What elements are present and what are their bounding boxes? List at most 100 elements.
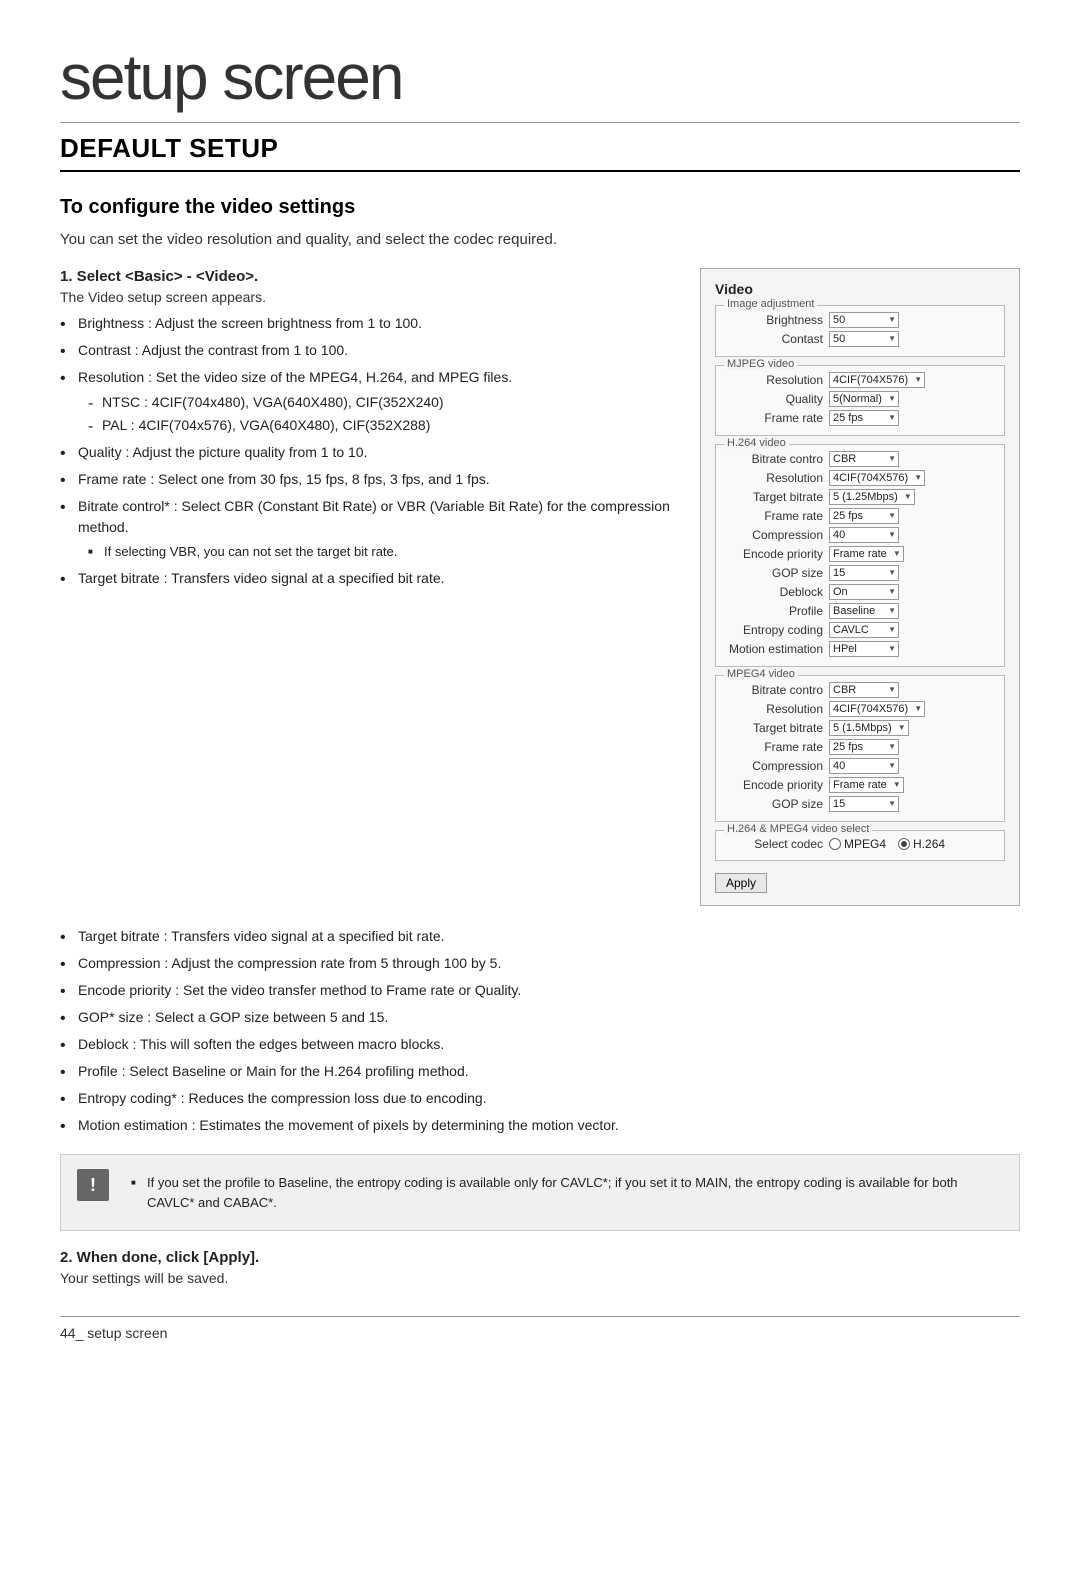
- list-item: NTSC : 4CIF(704x480), VGA(640X480), CIF(…: [88, 392, 670, 413]
- codec-select-row: Select codec MPEG4 H.264: [724, 837, 996, 851]
- contrast-select[interactable]: 50: [829, 331, 899, 347]
- notice-icon: !: [77, 1169, 109, 1201]
- list-item: Resolution : Set the video size of the M…: [60, 367, 670, 436]
- mpeg4-gop-label: GOP size: [724, 797, 829, 811]
- h264-motion-label: Motion estimation: [724, 642, 829, 656]
- h264-motion-select[interactable]: HPel: [829, 641, 899, 657]
- notice-item: If you set the profile to Baseline, the …: [131, 1173, 1003, 1212]
- h264-deblock-label: Deblock: [724, 585, 829, 599]
- list-item: Quality : Adjust the picture quality fro…: [60, 442, 670, 463]
- bullet-list: Brightness : Adjust the screen brightnes…: [60, 313, 670, 589]
- image-adjustment-label: Image adjustment: [724, 298, 817, 310]
- h264-targetbitrate-label: Target bitrate: [724, 490, 829, 504]
- apply-button[interactable]: Apply: [715, 873, 767, 893]
- h264-entropy-row: Entropy coding CAVLC: [724, 622, 996, 638]
- contrast-row: Contast 50: [724, 331, 996, 347]
- intro-text: You can set the video resolution and qua…: [60, 231, 1020, 248]
- list-item: Motion estimation : Estimates the moveme…: [60, 1115, 1020, 1136]
- h264-gop-select[interactable]: 15: [829, 565, 899, 581]
- h264-targetbitrate-row: Target bitrate 5 (1.25Mbps): [724, 489, 996, 505]
- mpeg4-targetbitrate-row: Target bitrate 5 (1.5Mbps): [724, 720, 996, 736]
- list-item: Compression : Adjust the compression rat…: [60, 953, 1020, 974]
- mpeg4-resolution-label: Resolution: [724, 702, 829, 716]
- h264-deblock-select[interactable]: On: [829, 584, 899, 600]
- mpeg4-encodepriority-select[interactable]: Frame rate: [829, 777, 904, 793]
- mpeg4-framerate-row: Frame rate 25 fps: [724, 739, 996, 755]
- mjpeg-quality-label: Quality: [724, 392, 829, 406]
- mpeg4-framerate-select[interactable]: 25 fps: [829, 739, 899, 755]
- mpeg4-targetbitrate-select[interactable]: 5 (1.5Mbps): [829, 720, 909, 736]
- subsection-title: To configure the video settings: [60, 196, 1020, 219]
- h264-targetbitrate-select[interactable]: 5 (1.25Mbps): [829, 489, 915, 505]
- mpeg4-compression-row: Compression 40: [724, 758, 996, 774]
- h264-framerate-row: Frame rate 25 fps: [724, 508, 996, 524]
- list-item: Brightness : Adjust the screen brightnes…: [60, 313, 670, 334]
- mpeg4-radio-circle[interactable]: [829, 838, 841, 850]
- list-item: Contrast : Adjust the contrast from 1 to…: [60, 340, 670, 361]
- mjpeg-quality-select[interactable]: 5(Normal): [829, 391, 899, 407]
- mpeg4-bitrate-select[interactable]: CBR: [829, 682, 899, 698]
- h264-framerate-select[interactable]: 25 fps: [829, 508, 899, 524]
- mpeg4-encodepriority-label: Encode priority: [724, 778, 829, 792]
- h264-gop-row: GOP size 15: [724, 565, 996, 581]
- contrast-label: Contast: [724, 332, 829, 346]
- list-item: Entropy coding* : Reduces the compressio…: [60, 1088, 1020, 1109]
- mpeg4-compression-select[interactable]: 40: [829, 758, 899, 774]
- h264-bitrate-select[interactable]: CBR: [829, 451, 899, 467]
- codec-select-field-label: Select codec: [724, 837, 829, 851]
- mpeg4-section: MPEG4 video Bitrate contro CBR Resolutio…: [715, 675, 1005, 822]
- codec-h264-radio[interactable]: H.264: [898, 837, 945, 851]
- codec-select-section: H.264 & MPEG4 video select Select codec …: [715, 830, 1005, 861]
- codec-mpeg4-radio[interactable]: MPEG4: [829, 837, 886, 851]
- h264-profile-row: Profile Baseline: [724, 603, 996, 619]
- mjpeg-framerate-row: Frame rate 25 fps: [724, 410, 996, 426]
- mpeg4-radio-label: MPEG4: [844, 837, 886, 851]
- list-item: Target bitrate : Transfers video signal …: [60, 568, 670, 589]
- h264-radio-circle[interactable]: [898, 838, 910, 850]
- h264-resolution-row: Resolution 4CIF(704X576): [724, 470, 996, 486]
- list-item: PAL : 4CIF(704x576), VGA(640X480), CIF(3…: [88, 415, 670, 436]
- video-panel: Video Image adjustment Brightness 50 Con…: [700, 268, 1020, 906]
- image-adjustment-section: Image adjustment Brightness 50 Contast 5…: [715, 305, 1005, 357]
- h264-bitrate-row: Bitrate contro CBR: [724, 451, 996, 467]
- brightness-select[interactable]: 50: [829, 312, 899, 328]
- h264-encodepriority-label: Encode priority: [724, 547, 829, 561]
- h264-encodepriority-row: Encode priority Frame rate: [724, 546, 996, 562]
- step2-sub: Your settings will be saved.: [60, 1270, 1020, 1286]
- h264-encodepriority-select[interactable]: Frame rate: [829, 546, 904, 562]
- brightness-row: Brightness 50: [724, 312, 996, 328]
- list-item: Bitrate control* : Select CBR (Constant …: [60, 496, 670, 562]
- mjpeg-framerate-select[interactable]: 25 fps: [829, 410, 899, 426]
- full-width-bullet-list: Target bitrate : Transfers video signal …: [60, 926, 1020, 1136]
- list-item: Encode priority : Set the video transfer…: [60, 980, 1020, 1001]
- codec-select-label: H.264 & MPEG4 video select: [724, 823, 872, 835]
- list-item: Deblock : This will soften the edges bet…: [60, 1034, 1020, 1055]
- mpeg4-resolution-row: Resolution 4CIF(704X576): [724, 701, 996, 717]
- h264-profile-select[interactable]: Baseline: [829, 603, 899, 619]
- h264-entropy-select[interactable]: CAVLC: [829, 622, 899, 638]
- mjpeg-quality-row: Quality 5(Normal): [724, 391, 996, 407]
- mpeg4-label: MPEG4 video: [724, 668, 798, 680]
- codec-radio-group: MPEG4 H.264: [829, 837, 945, 851]
- mpeg4-resolution-select[interactable]: 4CIF(704X576): [829, 701, 925, 717]
- list-item: Frame rate : Select one from 30 fps, 15 …: [60, 469, 670, 490]
- h264-profile-label: Profile: [724, 604, 829, 618]
- brightness-label: Brightness: [724, 313, 829, 327]
- mpeg4-gop-select[interactable]: 15: [829, 796, 899, 812]
- h264-entropy-label: Entropy coding: [724, 623, 829, 637]
- h264-compression-row: Compression 40: [724, 527, 996, 543]
- mjpeg-section: MJPEG video Resolution 4CIF(704X576) Qua…: [715, 365, 1005, 436]
- page-title: setup screen: [60, 40, 1020, 123]
- mpeg4-bitrate-label: Bitrate contro: [724, 683, 829, 697]
- notice-content: If you set the profile to Baseline, the …: [121, 1169, 1003, 1216]
- mjpeg-resolution-select[interactable]: 4CIF(704X576): [829, 372, 925, 388]
- h264-compression-label: Compression: [724, 528, 829, 542]
- mpeg4-gop-row: GOP size 15: [724, 796, 996, 812]
- list-item: Profile : Select Baseline or Main for th…: [60, 1061, 1020, 1082]
- h264-resolution-select[interactable]: 4CIF(704X576): [829, 470, 925, 486]
- mjpeg-resolution-label: Resolution: [724, 373, 829, 387]
- h264-compression-select[interactable]: 40: [829, 527, 899, 543]
- list-item: GOP* size : Select a GOP size between 5 …: [60, 1007, 1020, 1028]
- mjpeg-resolution-row: Resolution 4CIF(704X576): [724, 372, 996, 388]
- mpeg4-encodepriority-row: Encode priority Frame rate: [724, 777, 996, 793]
